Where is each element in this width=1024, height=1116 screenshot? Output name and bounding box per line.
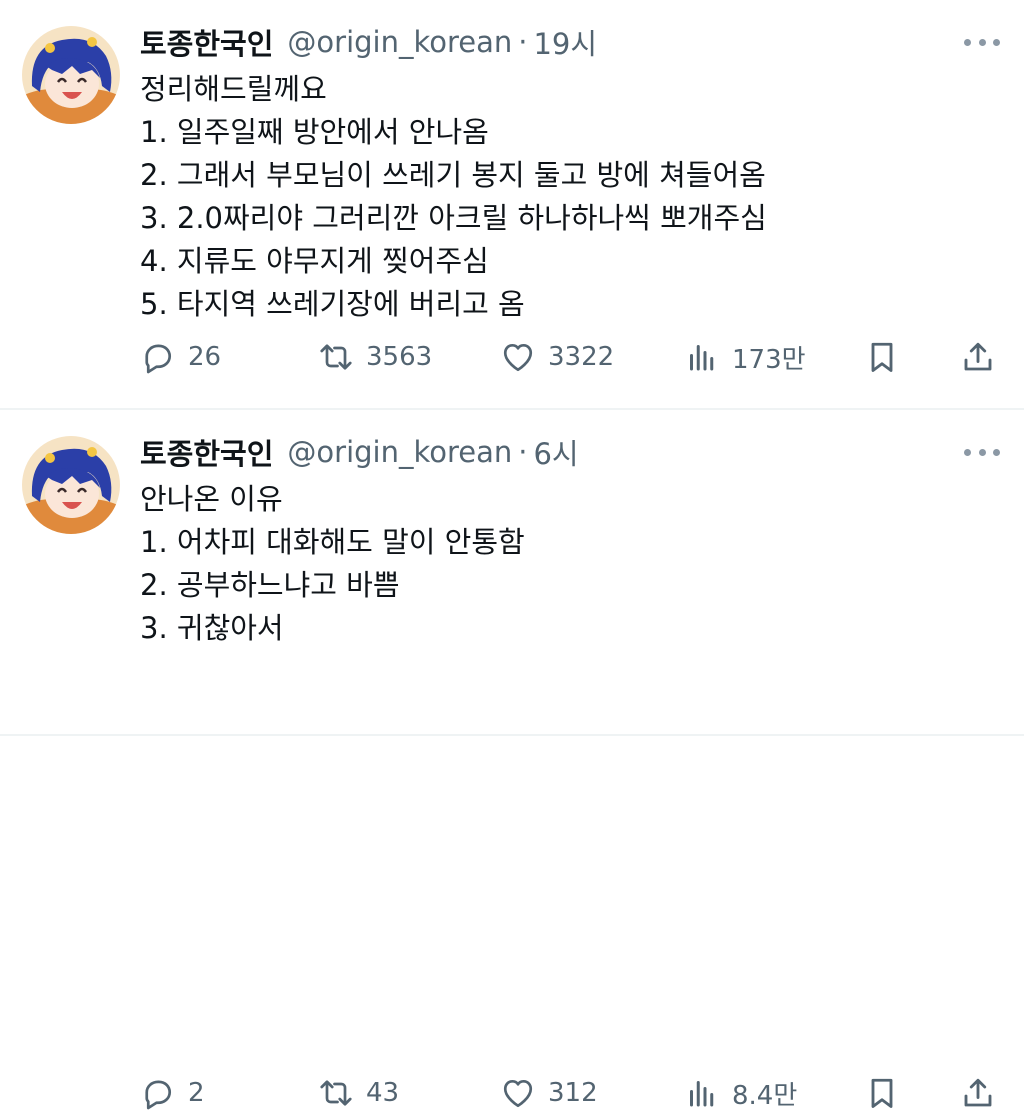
tweet-text: 정리해드릴께요 1. 일주일째 방안에서 안나옴 2. 그래서 부모님이 쓰레기…: [140, 68, 767, 326]
tweet-text: 안나온 이유 1. 어차피 대화해도 말이 안통함 2. 공부하느냐고 바쁨 3…: [140, 478, 525, 650]
display-name[interactable]: 토종한국인: [140, 431, 273, 473]
tweet-line: 2. 그래서 부모님이 쓰레기 봉지 둘고 방에 쳐들어옴: [140, 158, 766, 192]
views-button[interactable]: 8.4만: [684, 1070, 797, 1116]
tweet-header: 토종한국인 @origin_korean · 19시: [140, 22, 597, 62]
retweet-arrows-icon: [320, 1080, 352, 1106]
separator-dot: ·: [518, 25, 528, 59]
bookmark-icon: [871, 1078, 893, 1108]
bookmark-button[interactable]: [864, 1070, 900, 1116]
bar-chart-icon: [690, 345, 714, 371]
views-button[interactable]: 173만: [684, 334, 806, 380]
user-handle[interactable]: @origin_korean: [287, 435, 512, 469]
more-dots-icon[interactable]: [964, 32, 1000, 52]
timeline-feed: 토종한국인 @origin_korean · 19시 정리해드릴께요 1. 일주…: [0, 0, 1024, 1111]
comment-bubble-icon: [145, 1080, 172, 1110]
timestamp[interactable]: 6시: [533, 431, 578, 473]
tweet-line: 5. 타지역 쓰레기장에 버리고 옴: [140, 287, 525, 321]
tweet-line: 1. 일주일째 방안에서 안나옴: [140, 115, 489, 149]
retweet-arrows-icon: [320, 344, 352, 370]
dot-3: [993, 38, 1000, 46]
more-dots-icon[interactable]: [964, 442, 1000, 462]
bookmark-button[interactable]: [864, 334, 900, 380]
tweet-line: 3. 2.0짜리야 그러리깐 아크릴 하나하나씩 뽀개주심: [140, 201, 767, 235]
avatar[interactable]: [22, 436, 120, 534]
tweet-line: 1. 어차피 대화해도 말이 안통함: [140, 525, 525, 559]
tweet-header: 토종한국인 @origin_korean · 6시: [140, 432, 579, 472]
tweet-divider: [0, 734, 1024, 736]
avatar[interactable]: [22, 26, 120, 124]
reply-button[interactable]: 26: [140, 334, 221, 380]
avatar-image: [22, 436, 120, 534]
tweet-line: 3. 귀찮아서: [140, 611, 284, 645]
tweet-line: 4. 지류도 야무지게 찢어주심: [140, 244, 489, 278]
comment-bubble-icon: [145, 344, 172, 374]
like-button[interactable]: 312: [500, 1070, 598, 1116]
share-button[interactable]: [960, 334, 996, 380]
share-upload-icon: [964, 342, 992, 371]
retweet-button[interactable]: 43: [318, 1070, 399, 1116]
like-count: 312: [548, 1078, 598, 1108]
views-count: 173만: [732, 344, 806, 375]
share-button[interactable]: [960, 1070, 996, 1116]
retweet-count: 43: [366, 1078, 400, 1108]
tweet-line: 2. 공부하느냐고 바쁨: [140, 568, 400, 602]
like-count: 3322: [548, 342, 615, 372]
tweet-1[interactable]: 토종한국인 @origin_korean · 19시 정리해드릴께요 1. 일주…: [0, 0, 1024, 408]
bar-chart-icon: [690, 1081, 714, 1107]
retweet-count: 3563: [366, 342, 433, 372]
action-bar: 2 43 312 8.4만: [140, 1070, 1000, 1116]
reply-count: 26: [188, 342, 222, 372]
action-bar: 26 3563 3322 173만: [140, 334, 1000, 380]
separator-dot: ·: [518, 435, 528, 469]
views-count: 8.4만: [732, 1080, 798, 1111]
reply-button[interactable]: 2: [140, 1070, 205, 1116]
dot-1: [964, 448, 971, 456]
user-handle[interactable]: @origin_korean: [287, 25, 512, 59]
retweet-button[interactable]: 3563: [318, 334, 432, 380]
avatar-image: [22, 26, 120, 124]
dot-2: [978, 38, 986, 46]
share-upload-icon: [964, 1078, 992, 1107]
dot-2: [978, 448, 986, 456]
dot-1: [964, 38, 971, 46]
heart-icon: [503, 343, 533, 372]
timestamp[interactable]: 19시: [533, 21, 597, 63]
tweet-2[interactable]: 토종한국인 @origin_korean · 6시 안나온 이유 1. 어차피 …: [0, 410, 1024, 1111]
dot-3: [993, 448, 1000, 456]
display-name[interactable]: 토종한국인: [140, 21, 273, 63]
like-button[interactable]: 3322: [500, 334, 614, 380]
tweet-line: 안나온 이유: [140, 482, 283, 516]
bookmark-icon: [871, 342, 893, 372]
tweet-line: 정리해드릴께요: [140, 72, 327, 106]
reply-count: 2: [188, 1078, 205, 1108]
heart-icon: [503, 1079, 533, 1108]
